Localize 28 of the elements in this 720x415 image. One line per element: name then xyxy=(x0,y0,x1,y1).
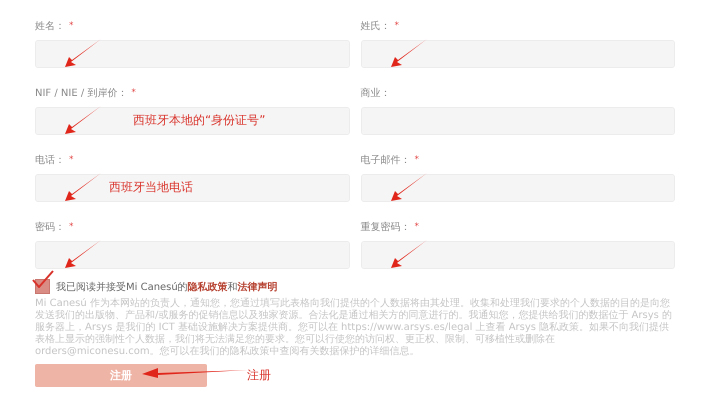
annotation-text: 西班牙本地的“身份证号” xyxy=(133,112,266,129)
annotation-text: 西班牙当地电话 xyxy=(109,179,193,196)
field-label: 电子邮件： xyxy=(360,154,410,167)
input-field[interactable] xyxy=(360,241,675,269)
required-mark: * xyxy=(414,222,419,232)
required-mark: * xyxy=(69,222,74,232)
input-field[interactable] xyxy=(35,40,350,68)
field-label: 密码： xyxy=(35,220,65,234)
required-mark: * xyxy=(69,155,74,165)
consent-text: 我已阅读并接受Mi Canesú的隐私政策和法律声明 xyxy=(56,280,278,294)
field-label: 商业： xyxy=(360,86,390,100)
required-mark: * xyxy=(131,88,136,98)
field-label: 姓氏： xyxy=(360,20,390,33)
required-mark: * xyxy=(414,155,419,165)
field-label: NIF / NIE / 到岸价： xyxy=(35,86,128,100)
input-field[interactable] xyxy=(35,241,350,269)
field-label: 重复密码： xyxy=(360,220,410,234)
input-field[interactable]: 西班牙当地电话 xyxy=(35,174,350,202)
field-label: 电话： xyxy=(35,154,65,167)
check-icon xyxy=(32,270,54,288)
input-field[interactable] xyxy=(360,174,675,202)
annotation-text: 注册 xyxy=(247,367,271,384)
required-mark: * xyxy=(69,21,74,31)
required-mark: * xyxy=(394,21,399,31)
input-field[interactable] xyxy=(360,40,675,68)
input-field[interactable]: 西班牙本地的“身份证号” xyxy=(35,107,350,135)
field-label: 姓名： xyxy=(35,20,65,33)
privacy-notice: Mi Canesú 作为本网站的负责人，通知您，您通过填写此表格向我们提供的个人数据将由其处理。收集和处理我们要求的个人数据的目的是向您发送我们的出版物、产品和/或服务的促销信息以及独家资源。合法化是通过相关方的同意进行的。我通知您，您提供给我们的数据位于 Arsys 的服务器上，Arsys 是我们的 ICT 基础设施解决方案提供商。您可以在 https://www.arsys.es/legal 上查看 Arsys 隐私政策。如果不向我们提供表格上显示的强制性个人数据，我们将无法满足您的要求。您可以行使您的访问权、更正权、限制、可移植性或删除在 orders@miconesu.com。您可以在我们的隐私政策中查阅有关数据保护的详细信息。 xyxy=(35,298,674,358)
